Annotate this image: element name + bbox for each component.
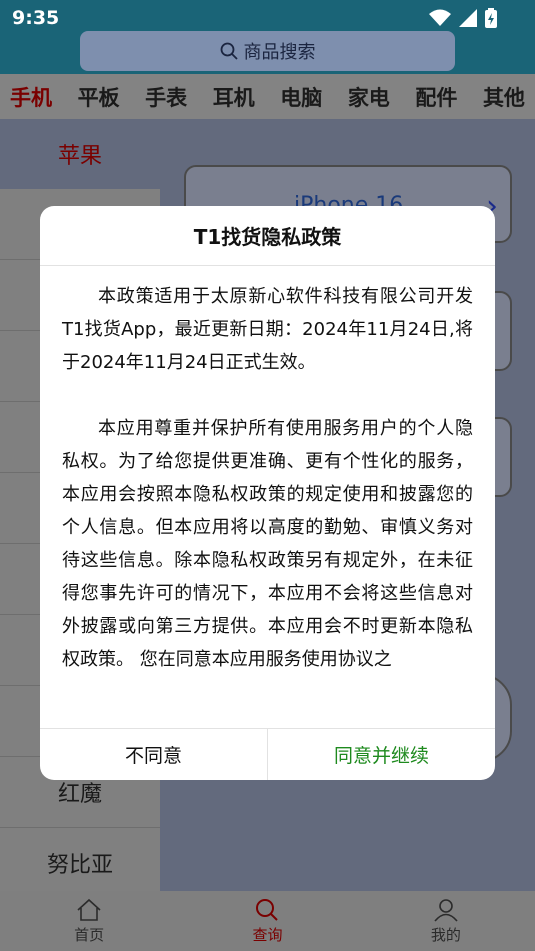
tab-appliance[interactable]: 家电 [348,82,390,112]
user-icon [434,898,458,922]
nav-home-label: 首页 [74,925,105,944]
tab-phone[interactable]: 手机 [10,82,52,112]
bottom-nav: 首页 查询 我的 [0,891,535,951]
policy-paragraph: 本应用尊重并保护所有使用服务用户的个人隐私权。为了给您提供更准确、更有个性化的服… [62,418,473,670]
status-icons [429,8,497,28]
app-header: 9:35 商品搜索 [0,0,535,74]
search-icon [256,898,279,921]
tab-accessory[interactable]: 配件 [415,82,457,112]
dialog-title: T1找货隐私政策 [40,206,495,266]
agree-button[interactable]: 同意并继续 [268,729,495,780]
nav-profile[interactable]: 我的 [357,891,535,951]
brand-item-nubia[interactable]: 努比亚 [0,828,160,899]
dialog-body[interactable]: 本政策适用于太原新心软件科技有限公司开发T1找货App，最近更新日期：2024年… [40,266,495,728]
battery-icon [485,8,497,28]
decline-button[interactable]: 不同意 [40,729,268,780]
signal-icon [459,9,477,27]
nav-query[interactable]: 查询 [178,891,356,951]
search-icon [220,42,238,60]
category-tabs: 手机 平板 手表 耳机 电脑 家电 配件 其他 [0,74,535,119]
nav-query-label: 查询 [252,925,283,944]
nav-profile-label: 我的 [430,925,461,944]
home-icon [77,898,101,921]
nav-home[interactable]: 首页 [0,891,178,951]
tab-computer[interactable]: 电脑 [280,82,322,112]
tab-tablet[interactable]: 平板 [78,82,120,112]
search-label: 商品搜索 [243,42,316,63]
tab-other[interactable]: 其他 [483,82,525,112]
brand-item-apple[interactable]: 苹果 [0,119,160,189]
policy-paragraph: 本政策适用于太原新心软件科技有限公司开发T1找货App，最近更新日期：2024年… [62,286,473,373]
search-bar[interactable]: 商品搜索 [80,31,455,71]
tab-earphone[interactable]: 耳机 [213,82,255,112]
tab-watch[interactable]: 手表 [145,82,187,112]
dialog-footer: 不同意 同意并继续 [40,728,495,780]
privacy-dialog: T1找货隐私政策 本政策适用于太原新心软件科技有限公司开发T1找货App，最近更… [40,206,495,780]
status-time: 9:35 [12,7,60,29]
wifi-icon [429,9,451,26]
